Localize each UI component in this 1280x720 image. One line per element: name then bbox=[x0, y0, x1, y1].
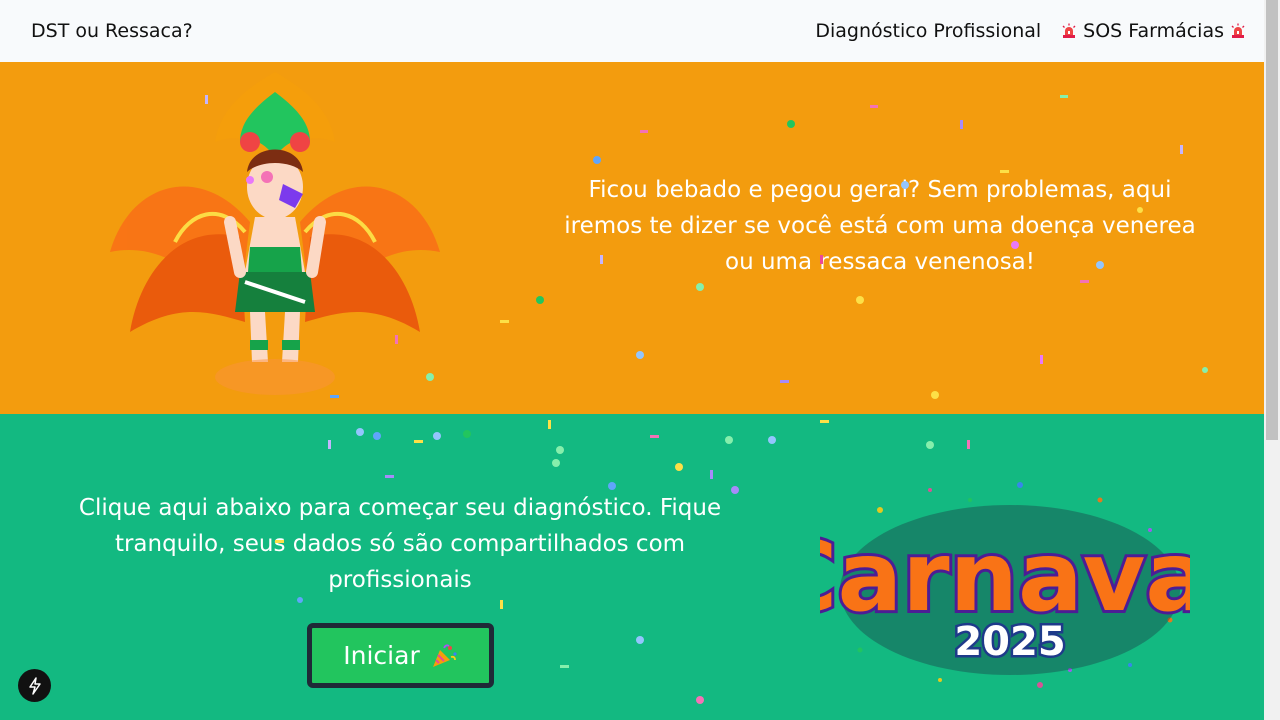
scrollbar-thumb[interactable] bbox=[1266, 0, 1278, 440]
scrollbar[interactable] bbox=[1264, 0, 1280, 720]
carnaval-word: Carnaval bbox=[820, 521, 1190, 633]
carnaval-2025-logo: Carnaval 2025 bbox=[820, 482, 1190, 688]
carnival-dancer-image bbox=[110, 72, 440, 395]
nav-link-diagnostico[interactable]: Diagnóstico Profissional bbox=[815, 20, 1041, 42]
lightning-icon bbox=[28, 676, 41, 695]
cta-text: Clique aqui abaixo para começar seu diag… bbox=[78, 495, 722, 593]
brand-link[interactable]: DST ou Ressaca? bbox=[31, 20, 193, 42]
nav-link-sos-farmacias[interactable]: SOS Farmácias bbox=[1061, 20, 1246, 42]
nav-links: Diagnóstico Profissional SOS Farmácias bbox=[815, 20, 1246, 42]
hero-text: Ficou bebado e pegou geral? Sem problema… bbox=[564, 177, 1196, 275]
siren-icon bbox=[1231, 23, 1245, 38]
lightning-button[interactable] bbox=[18, 669, 51, 702]
navbar: DST ou Ressaca? Diagnóstico Profissional… bbox=[0, 0, 1264, 62]
start-button-label: Iniciar bbox=[343, 641, 420, 670]
party-popper-icon bbox=[432, 643, 457, 667]
siren-icon bbox=[1062, 23, 1076, 38]
sos-farmacias-label: SOS Farmácias bbox=[1083, 20, 1224, 42]
carnaval-year: 2025 bbox=[954, 619, 1065, 665]
start-button[interactable]: Iniciar bbox=[307, 623, 494, 688]
